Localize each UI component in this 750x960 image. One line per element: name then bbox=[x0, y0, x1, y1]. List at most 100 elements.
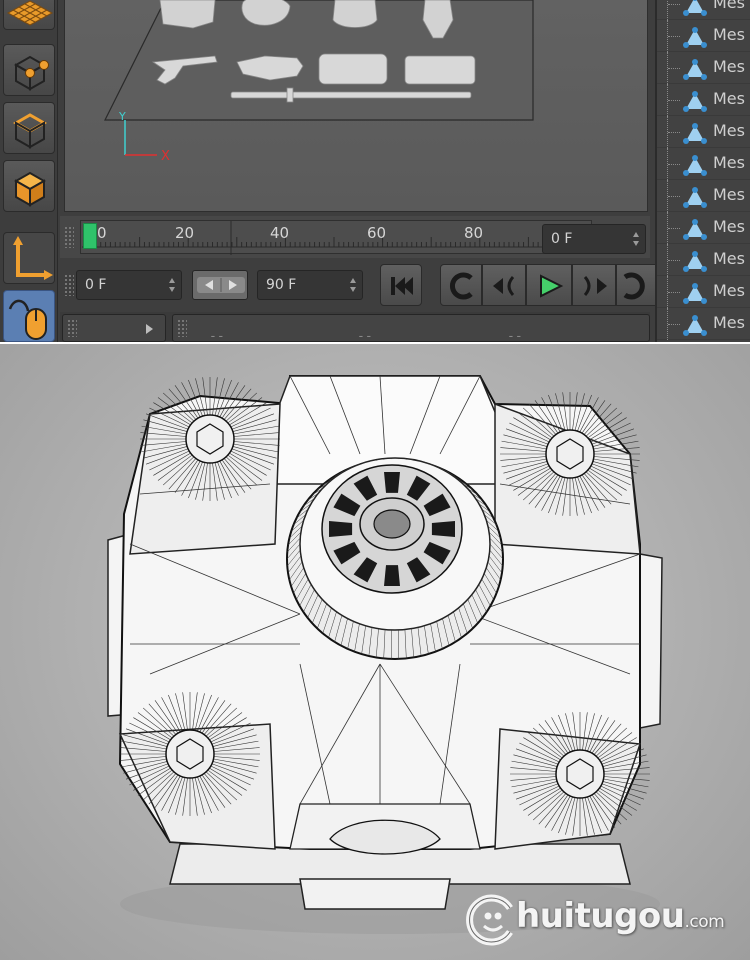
chevron-right-icon bbox=[146, 324, 153, 334]
object-row[interactable]: Mes bbox=[657, 52, 750, 84]
object-label: Mes bbox=[713, 121, 745, 140]
object-row[interactable]: Mes bbox=[657, 180, 750, 212]
mesh-object-icon bbox=[683, 91, 707, 112]
polygon-mode-icon bbox=[13, 171, 47, 207]
mode-toolbar bbox=[0, 0, 58, 342]
point-mode-icon bbox=[13, 55, 49, 91]
current-frame-value: 0 F bbox=[551, 231, 573, 247]
info-dash-3: -- bbox=[507, 329, 523, 342]
object-row[interactable]: Mes bbox=[657, 244, 750, 276]
range-slider[interactable] bbox=[192, 270, 248, 300]
end-frame-spinner[interactable] bbox=[350, 277, 357, 293]
wireframe-render bbox=[0, 342, 750, 960]
next-key-button[interactable] bbox=[572, 264, 616, 306]
object-row[interactable]: Mes bbox=[657, 20, 750, 52]
mesh-object-icon bbox=[683, 219, 707, 240]
mesh-object-icon bbox=[683, 283, 707, 304]
tree-line bbox=[667, 116, 683, 148]
object-label: Mes bbox=[713, 249, 745, 268]
point-mode-button[interactable] bbox=[3, 44, 55, 96]
ruler-ticks bbox=[82, 221, 589, 255]
record-icon bbox=[450, 272, 473, 300]
watermark-text: huitugou.com bbox=[516, 896, 725, 936]
start-frame-value: 0 F bbox=[85, 277, 107, 293]
object-label: Mes bbox=[713, 217, 745, 236]
timeline-ruler[interactable]: 0 20 40 60 80 bbox=[80, 220, 592, 255]
timeline: 0 20 40 60 80 0 F bbox=[60, 216, 650, 258]
mouse-icon bbox=[8, 299, 47, 340]
axis-x-label: X bbox=[161, 149, 170, 164]
range-arrows-icon bbox=[197, 277, 245, 293]
watermark-logo-icon bbox=[466, 894, 513, 946]
mesh-object-icon bbox=[683, 27, 707, 48]
tree-line bbox=[667, 84, 683, 116]
ruler-label-20: 20 bbox=[175, 224, 195, 242]
edge-mode-button[interactable] bbox=[3, 102, 55, 154]
playhead[interactable] bbox=[83, 223, 97, 249]
prev-key-button[interactable] bbox=[482, 264, 526, 306]
object-row[interactable]: Mes bbox=[657, 276, 750, 308]
mesh-object-icon bbox=[683, 59, 707, 80]
mesh-object-icon bbox=[683, 155, 707, 176]
timeline-grip[interactable] bbox=[64, 226, 74, 248]
watermark-brand: huitugou bbox=[516, 896, 685, 936]
current-frame-field[interactable]: 0 F bbox=[542, 224, 646, 254]
tweak-mode-button[interactable] bbox=[3, 290, 55, 342]
watermark-suffix: .com bbox=[684, 912, 725, 932]
record-button[interactable] bbox=[440, 264, 482, 306]
play-button[interactable] bbox=[526, 264, 572, 306]
object-label: Mes bbox=[713, 57, 745, 76]
end-frame-value: 90 F bbox=[266, 277, 297, 293]
layer-grip bbox=[67, 319, 77, 337]
polygon-mode-button[interactable] bbox=[3, 160, 55, 212]
watermark: huitugou.com bbox=[466, 886, 746, 952]
next-key-icon bbox=[583, 276, 607, 296]
object-row[interactable]: Mes bbox=[657, 148, 750, 180]
info-dash-2: -- bbox=[357, 329, 373, 342]
scene-preview: Y X bbox=[104, 0, 534, 164]
mesh-object-icon bbox=[683, 123, 707, 144]
layer-dropdown[interactable] bbox=[62, 314, 166, 342]
play-icon bbox=[540, 274, 564, 298]
go-start-button[interactable] bbox=[380, 264, 422, 306]
axis-mode-icon bbox=[13, 236, 53, 280]
c4d-editor-panel: Y X 0 20 40 60 80 0 F 0 F 90 F -- -- -- … bbox=[0, 0, 750, 342]
tree-line bbox=[667, 244, 683, 276]
grid-tool-button[interactable] bbox=[3, 0, 55, 30]
grid-tool-icon bbox=[6, 0, 54, 26]
go-start-icon bbox=[391, 277, 413, 295]
current-frame-spinner[interactable] bbox=[633, 231, 640, 247]
object-row[interactable]: Mes bbox=[657, 308, 750, 340]
perspective-viewport[interactable]: Y X bbox=[64, 0, 648, 212]
object-row[interactable]: Mes bbox=[657, 212, 750, 244]
start-frame-spinner[interactable] bbox=[169, 277, 176, 293]
object-row[interactable]: Mes bbox=[657, 0, 750, 20]
loop-button[interactable] bbox=[616, 264, 656, 306]
axis-y-label: Y bbox=[118, 110, 126, 123]
object-label: Mes bbox=[713, 89, 745, 108]
mesh-object-icon bbox=[683, 251, 707, 272]
prev-key-icon bbox=[493, 276, 515, 296]
axis-mode-button[interactable] bbox=[3, 232, 55, 284]
tree-line bbox=[667, 0, 683, 20]
info-dash-1: -- bbox=[209, 329, 225, 342]
object-label: Mes bbox=[713, 185, 745, 204]
ruler-label-80: 80 bbox=[464, 224, 484, 242]
tree-line bbox=[667, 180, 683, 212]
ruler-label-0: 0 bbox=[97, 224, 107, 242]
edge-mode-icon bbox=[12, 113, 48, 149]
mesh-object-icon bbox=[683, 0, 707, 16]
info-strip: -- -- -- bbox=[60, 312, 650, 342]
tree-line bbox=[667, 212, 683, 244]
tree-line bbox=[667, 276, 683, 308]
object-row[interactable]: Mes bbox=[657, 84, 750, 116]
object-manager: Mes Mes Mes Mes Mes Mes Mes Mes Mes Mes … bbox=[655, 0, 750, 342]
range-grip[interactable] bbox=[64, 274, 74, 296]
end-frame-field[interactable]: 90 F bbox=[257, 270, 363, 300]
object-row[interactable]: Mes bbox=[657, 116, 750, 148]
object-label: Mes bbox=[713, 25, 745, 44]
object-label: Mes bbox=[713, 153, 745, 172]
object-label: Mes bbox=[713, 313, 745, 332]
start-frame-field[interactable]: 0 F bbox=[76, 270, 182, 300]
info-grip bbox=[177, 319, 187, 337]
